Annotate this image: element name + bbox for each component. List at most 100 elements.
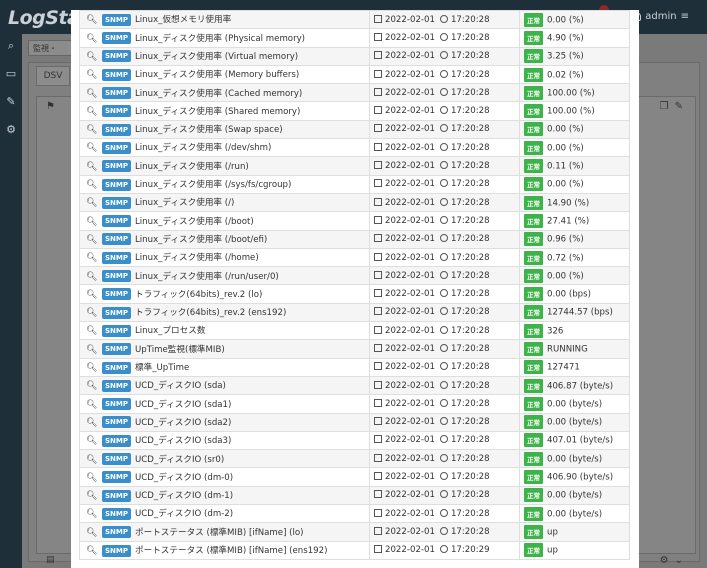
metric-value: 0.00 (byte/s) <box>547 509 603 520</box>
status-badge: 正常 <box>524 396 543 411</box>
snmp-badge: SNMP <box>102 141 131 154</box>
metric-name: Linux_プロセス数 <box>135 326 206 337</box>
search-icon[interactable]: 🔍︎ <box>86 180 97 190</box>
user-menu[interactable]: admin ≡ <box>632 11 689 22</box>
search-icon[interactable]: 🔍︎ <box>86 107 97 117</box>
table-row[interactable]: 🔍︎ SNMP Linux_ディスク使用率 (/boot/efi) 2022-02-0… <box>79 229 630 249</box>
table-row[interactable]: 🔍︎ SNMP ポートステータス (標準MIB) [ifName] (lo) 2022… <box>79 522 630 542</box>
table-row[interactable]: 🔍︎ SNMP Linux_ディスク使用率 (/run) 2022-02-01 17:2… <box>79 156 630 176</box>
table-row[interactable]: 🔍︎ SNMP Linux_仮想メモリ使用率 2022-02-01 17:20:28 正常… <box>79 9 630 30</box>
settings-icon[interactable]: ⚙ <box>660 555 675 566</box>
search-icon[interactable]: 🔍︎ <box>86 15 97 25</box>
table-row[interactable]: 🔍︎ SNMP UCD_ディスクIO (sda3) 2022-02-01 17:20:2… <box>79 430 630 451</box>
search-icon[interactable]: 🔍︎ <box>86 198 97 208</box>
table-row[interactable]: 🔍︎ SNMP トラフィック(64bits)_rev.2 (lo) 2022-02-0… <box>79 284 630 304</box>
clock-icon <box>439 398 448 407</box>
search-icon[interactable]: 🔍︎ <box>86 381 97 391</box>
table-row[interactable]: 🔍︎ SNMP UCD_ディスクIO (sr0) 2022-02-01 17:20:28… <box>79 449 630 469</box>
table-row[interactable]: 🔍︎ SNMP Linux_ディスク使用率 (/sys/fs/cgroup) 2022… <box>79 174 630 194</box>
date-text: 2022-02-01 <box>385 234 435 245</box>
table-row[interactable]: 🔍︎ SNMP ポートステータス (標準MIB) [ifName] (ens192)… <box>79 540 630 560</box>
wrench-icon[interactable]: ✎ <box>5 96 17 108</box>
table-row[interactable]: 🔍︎ SNMP Linux_ディスク使用率 (Physical memory) 202… <box>79 28 630 48</box>
calendar-icon <box>374 270 382 279</box>
status-badge: 正常 <box>524 524 543 539</box>
table-row[interactable]: 🔍︎ SNMP Linux_ディスク使用率 (Cached memory) 2022-… <box>79 83 630 103</box>
table-row[interactable]: 🔍︎ SNMP UCD_ディスクIO (dm-1) 2022-02-01 17:20:2… <box>79 485 630 506</box>
clock-icon <box>439 307 448 316</box>
search-icon[interactable]: 🔍︎ <box>86 345 97 355</box>
table-row[interactable]: 🔍︎ SNMP Linux_プロセス数 2022-02-01 17:20:28 正常 326 <box>79 321 630 341</box>
chevron-down-icon[interactable]: ⌄ <box>675 555 689 566</box>
tab-dsv[interactable]: DSV <box>36 66 70 86</box>
metric-name: Linux_ディスク使用率 (/home) <box>135 253 259 264</box>
search-icon[interactable]: 🔍︎ <box>86 473 97 483</box>
table-row[interactable]: 🔍︎ SNMP UCD_ディスクIO (dm-2) 2022-02-01 17:20:2… <box>79 504 630 524</box>
table-row[interactable]: 🔍︎ SNMP UpTime監視(標準MIB) 2022-02-01 17:20:28 正… <box>79 339 630 359</box>
timestamp-cell: 2022-02-01 17:20:28 <box>369 284 520 304</box>
table-row[interactable]: 🔍︎ SNMP UCD_ディスクIO (dm-0) 2022-02-01 17:20:2… <box>79 467 630 487</box>
search-icon[interactable]: 🔍︎ <box>86 125 97 135</box>
status-badge: 正常 <box>524 12 543 27</box>
table-row[interactable]: 🔍︎ SNMP トラフィック(64bits)_rev.2 (ens192) 2022-… <box>79 302 630 323</box>
table-row[interactable]: 🔍︎ SNMP UCD_ディスクIO (sda1) 2022-02-01 17:20:2… <box>79 394 630 414</box>
table-row[interactable]: 🔍︎ SNMP Linux_ディスク使用率 (/home) 2022-02-01 17:… <box>79 247 630 268</box>
metric-cell: 🔍︎ SNMP UpTime監視(標準MIB) <box>79 339 370 359</box>
table-row[interactable]: 🔍︎ SNMP Linux_ディスク使用率 (Virtual memory) 2022… <box>79 46 630 66</box>
search-icon[interactable]: 🔍︎ <box>86 363 97 373</box>
value-cell: 正常 0.00 (%) <box>519 138 630 158</box>
table-row[interactable]: 🔍︎ SNMP Linux_ディスク使用率 (Memory buffers) 2022… <box>79 64 630 85</box>
search-icon[interactable]: 🔍︎ <box>86 235 97 245</box>
metric-cell: 🔍︎ SNMP UCD_ディスクIO (sr0) <box>79 449 370 469</box>
metric-cell: 🔍︎ SNMP UCD_ディスクIO (sda2) <box>79 412 370 432</box>
clock-icon <box>439 343 448 352</box>
search-icon[interactable]: 🔍︎ <box>86 546 97 556</box>
search-icon[interactable]: 🔍︎ <box>86 34 97 44</box>
table-row[interactable]: 🔍︎ SNMP Linux_ディスク使用率 (Shared memory) 2022-… <box>79 101 630 121</box>
search-icon[interactable]: ⌕ <box>5 40 17 52</box>
search-icon[interactable]: 🔍︎ <box>86 436 97 446</box>
metric-cell: 🔍︎ SNMP Linux_ディスク使用率 (Virtual memory) <box>79 46 370 66</box>
table-row[interactable]: 🔍︎ SNMP Linux_ディスク使用率 (/dev/shm) 2022-02-01… <box>79 138 630 158</box>
calendar-icon <box>374 545 382 554</box>
search-box[interactable]: 監視・ <box>28 40 74 56</box>
search-icon[interactable]: 🔍︎ <box>86 70 97 80</box>
search-icon[interactable]: 🔍︎ <box>86 509 97 519</box>
search-icon[interactable]: 🔍︎ <box>86 272 97 282</box>
search-icon[interactable]: 🔍︎ <box>86 528 97 538</box>
metric-name: Linux_ディスク使用率 (/boot/efi) <box>135 234 268 245</box>
edit-icon[interactable]: ✎ <box>675 101 689 112</box>
search-icon[interactable]: 🔍︎ <box>86 491 97 501</box>
table-row[interactable]: 🔍︎ SNMP Linux_ディスク使用率 (/boot) 2022-02-01 17:… <box>79 211 630 231</box>
snmp-badge: SNMP <box>102 343 131 356</box>
time-text: 17:20:28 <box>450 453 490 464</box>
search-icon[interactable]: 🔍︎ <box>86 217 97 227</box>
table-row[interactable]: 🔍︎ SNMP Linux_ディスク使用率 (Swap space) 2022-02-… <box>79 119 630 140</box>
time-text: 17:20:28 <box>450 106 490 117</box>
metric-cell: 🔍︎ SNMP Linux_ディスク使用率 (/sys/fs/cgroup) <box>79 174 370 194</box>
search-icon[interactable]: 🔍︎ <box>86 455 97 465</box>
date-text: 2022-02-01 <box>385 87 435 98</box>
search-icon[interactable]: 🔍︎ <box>86 290 97 300</box>
table-row[interactable]: 🔍︎ SNMP 標準_UpTime 2022-02-01 17:20:28 正常 12747… <box>79 357 630 377</box>
search-icon[interactable]: 🔍︎ <box>86 52 97 62</box>
search-icon[interactable]: 🔍︎ <box>86 89 97 99</box>
search-icon[interactable]: 🔍︎ <box>86 162 97 172</box>
search-icon[interactable]: 🔍︎ <box>86 400 97 410</box>
search-icon[interactable]: 🔍︎ <box>86 253 97 263</box>
search-icon[interactable]: 🔍︎ <box>86 326 97 336</box>
date-text: 2022-02-01 <box>385 32 435 43</box>
table-row[interactable]: 🔍︎ SNMP Linux_ディスク使用率 (/run/user/0) 2022-02… <box>79 266 630 286</box>
monitor-icon[interactable]: ▭ <box>5 68 17 80</box>
search-icon[interactable]: 🔍︎ <box>86 308 97 318</box>
metrics-table: 🔍︎ SNMP Linux_仮想メモリ使用率 2022-02-01 17:20:28 正常… <box>79 9 630 560</box>
table-row[interactable]: 🔍︎ SNMP UCD_ディスクIO (sda) 2022-02-01 17:20:28… <box>79 375 630 396</box>
table-row[interactable]: 🔍︎ SNMP UCD_ディスクIO (sda2) 2022-02-01 17:20:2… <box>79 412 630 432</box>
search-icon[interactable]: 🔍︎ <box>86 418 97 428</box>
metric-value: 100.00 (%) <box>547 106 595 117</box>
gears-icon[interactable]: ⚙ <box>5 124 17 136</box>
copy-icon[interactable]: ❐ <box>660 101 675 112</box>
search-icon[interactable]: 🔍︎ <box>86 143 97 153</box>
table-row[interactable]: 🔍︎ SNMP Linux_ディスク使用率 (/) 2022-02-01 17:20:2… <box>79 192 630 213</box>
timestamp-cell: 2022-02-01 17:20:28 <box>369 247 520 268</box>
